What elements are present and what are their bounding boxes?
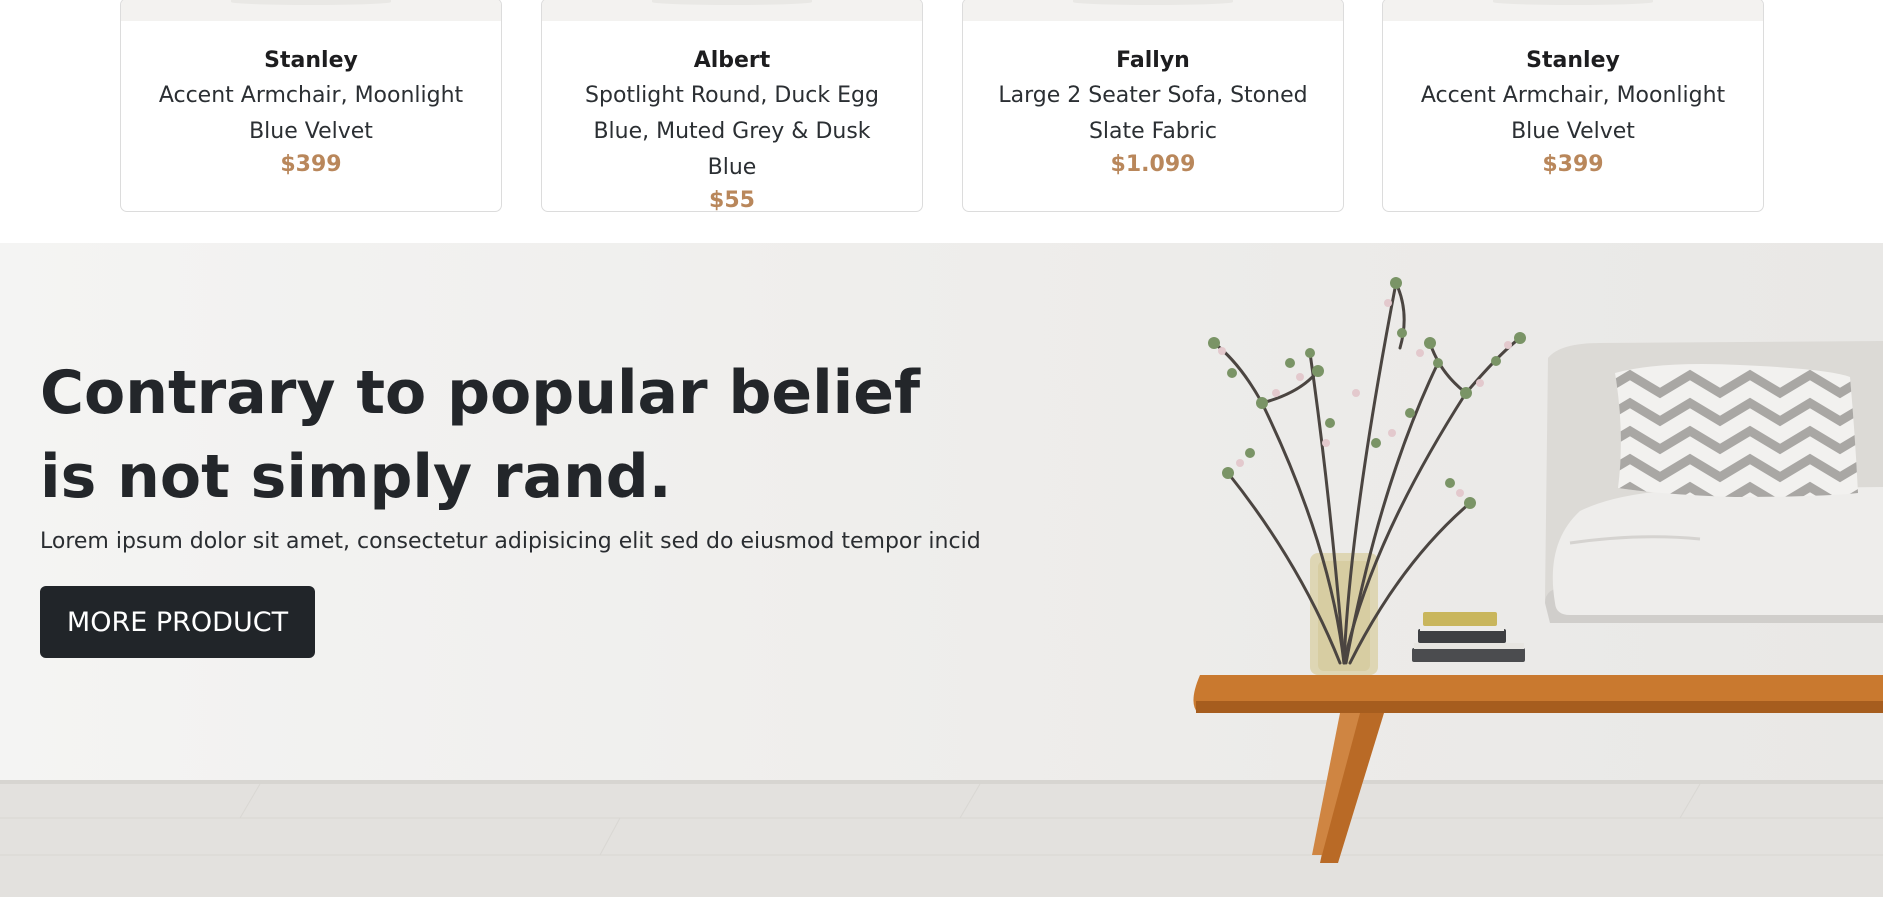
product-price: $399 [1542, 152, 1604, 177]
product-card-body: Stanley Accent Armchair, Moonlight Blue … [1383, 45, 1763, 180]
product-price: $1.099 [1110, 152, 1196, 177]
product-image [121, 0, 501, 21]
product-price: $399 [280, 152, 342, 177]
product-name[interactable]: Fallyn [963, 45, 1343, 77]
more-product-button[interactable]: MORE PRODUCT [40, 586, 315, 658]
product-card-body: Fallyn Large 2 Seater Sofa, Stoned Slate… [963, 45, 1343, 180]
product-price: $55 [709, 188, 755, 212]
product-cards-section: Stanley Accent Armchair, Moonlight Blue … [0, 0, 1883, 243]
books-shape [1412, 612, 1525, 662]
product-description: Accent Armchair, Moonlight Blue Velvet [1420, 83, 1726, 144]
hero-text: Lorem ipsum dolor sit amet, consectetur … [40, 529, 981, 554]
product-card[interactable]: Stanley Accent Armchair, Moonlight Blue … [1382, 0, 1764, 212]
product-name[interactable]: Stanley [121, 45, 501, 77]
hero-banner: Contrary to popular belief is not simply… [0, 243, 1883, 897]
sofa-shape [1545, 341, 1883, 623]
product-name[interactable]: Albert [542, 45, 922, 77]
product-card-body: Albert Spotlight Round, Duck Egg Blue, M… [542, 45, 922, 212]
product-card[interactable]: Fallyn Large 2 Seater Sofa, Stoned Slate… [962, 0, 1344, 212]
product-description: Large 2 Seater Sofa, Stoned Slate Fabric [998, 83, 1308, 144]
hero-title: Contrary to popular belief is not simply… [40, 358, 921, 512]
product-name[interactable]: Stanley [1383, 45, 1763, 77]
living-room-photo [0, 277, 1883, 897]
page-bottom-edge [0, 897, 1883, 905]
page: Stanley Accent Armchair, Moonlight Blue … [0, 0, 1883, 905]
product-card[interactable]: Stanley Accent Armchair, Moonlight Blue … [120, 0, 502, 212]
product-description: Accent Armchair, Moonlight Blue Velvet [158, 83, 464, 144]
product-image [963, 0, 1343, 21]
product-card-body: Stanley Accent Armchair, Moonlight Blue … [121, 45, 501, 180]
product-card[interactable]: Albert Spotlight Round, Duck Egg Blue, M… [541, 0, 923, 212]
product-image [1383, 0, 1763, 21]
product-image [542, 0, 922, 21]
product-description: Spotlight Round, Duck Egg Blue, Muted Gr… [585, 83, 879, 180]
